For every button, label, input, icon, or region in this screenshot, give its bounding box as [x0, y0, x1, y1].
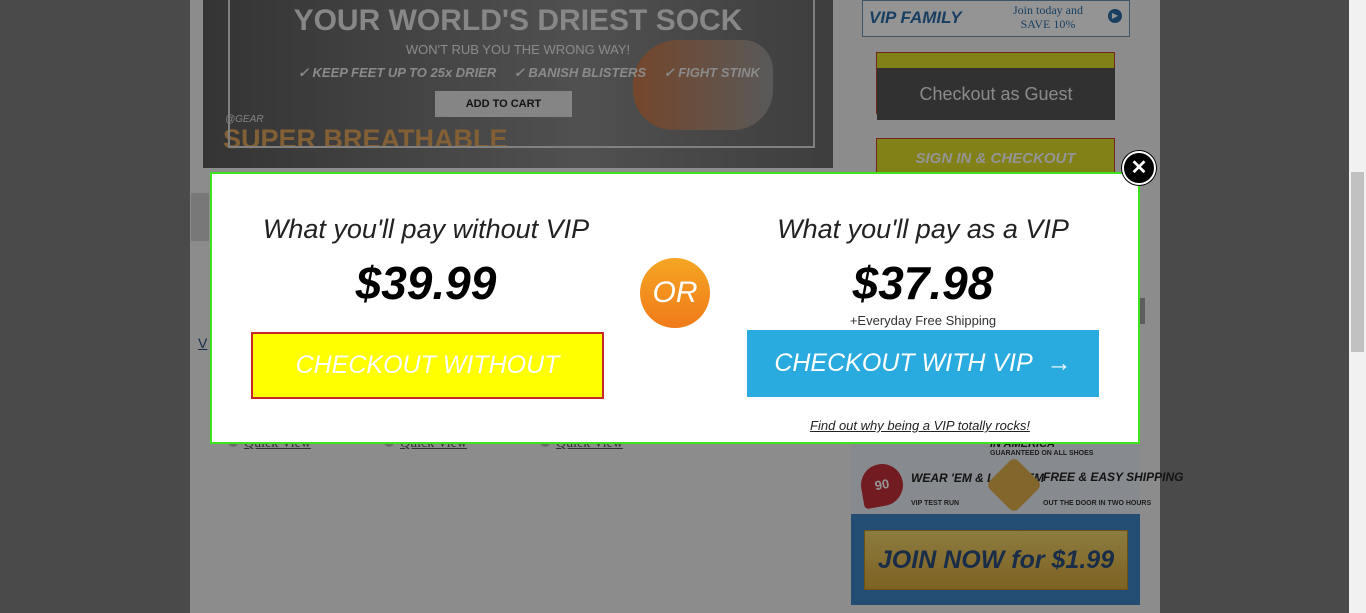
checkout-with-vip-label: CHECKOUT WITH VIP [774, 349, 1033, 377]
with-vip-heading: What you'll pay as a VIP [777, 214, 1069, 244]
arrow-right-icon: → [1046, 349, 1072, 377]
vip-info-link[interactable]: Find out why being a VIP totally rocks! [747, 418, 1093, 433]
without-vip-heading: What you'll pay without VIP [262, 214, 590, 244]
scrollbar-thumb[interactable] [1351, 172, 1364, 352]
arrow-right-icon: → [442, 414, 468, 442]
checkout-without-vip-label: CHECKOUT WITHOUT VIP [295, 351, 560, 442]
without-vip-price: $39.99 [355, 257, 497, 309]
checkout-without-vip-button[interactable]: CHECKOUT WITHOUT VIP → [251, 332, 604, 442]
close-icon[interactable]: ✕ [1122, 151, 1156, 185]
free-shipping-note: +Everyday Free Shipping [849, 313, 997, 328]
vip-pricing-modal: What you'll pay without VIP $39.99 OR Wh… [210, 172, 1140, 444]
checkout-with-vip-button[interactable]: CHECKOUT WITH VIP → [747, 330, 1099, 397]
or-badge: OR [640, 258, 710, 328]
with-vip-price: $37.98 [852, 257, 994, 309]
